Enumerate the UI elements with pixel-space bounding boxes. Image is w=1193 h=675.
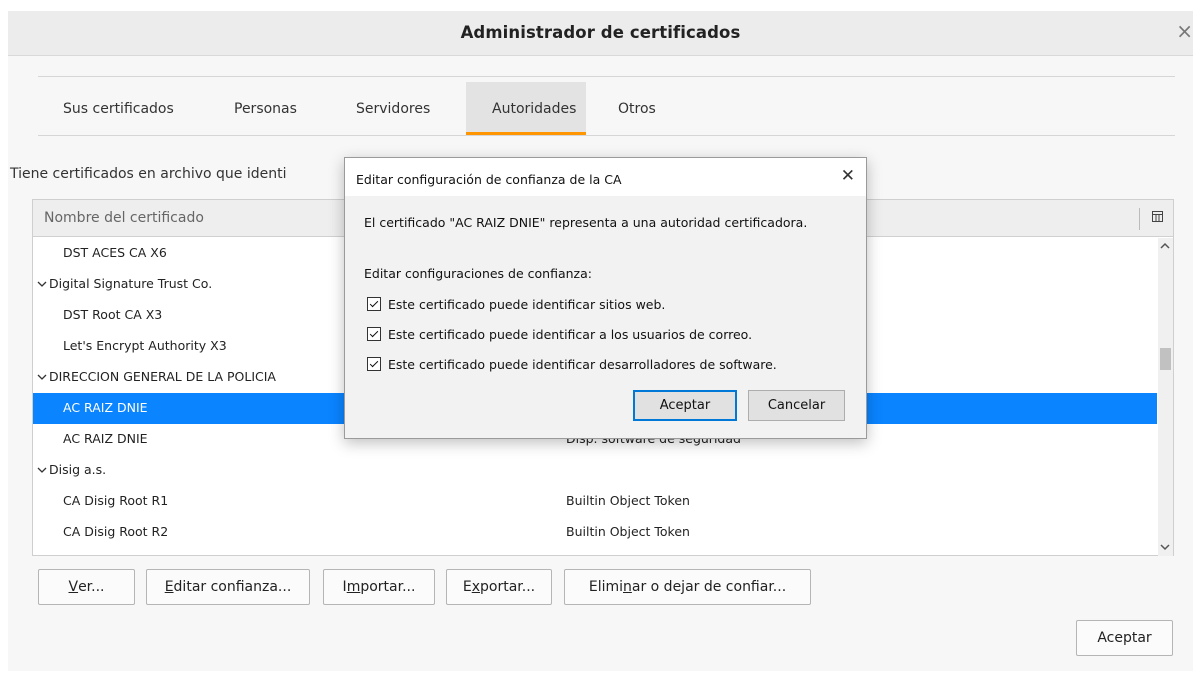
chevron-down-icon[interactable] (37, 462, 49, 477)
divider-top (38, 76, 1175, 77)
certificate-name: CA Disig Root R1 (63, 493, 169, 508)
dialog-ok-button[interactable]: Aceptar (633, 390, 737, 421)
certificate-name: AC RAIZ DNIE (63, 431, 148, 446)
checkbox-checked-icon[interactable] (367, 297, 381, 311)
tab-servidores[interactable]: Servidores (356, 101, 430, 117)
security-device-cell: Builtin Object Token (566, 493, 690, 508)
certificate-name: DIRECCION GENERAL DE LA POLICIA (49, 369, 276, 384)
edit-trust-button[interactable]: Editar confianza... (146, 569, 310, 605)
certificate-name: Digital Signature Trust Co. (49, 276, 213, 291)
delete-button-label: ar o dejar de confiar... (631, 579, 787, 595)
scrollbar-thumb[interactable] (1160, 348, 1171, 370)
trust-websites-checkbox[interactable]: Este certificado puede identificar sitio… (367, 295, 665, 313)
column-picker-icon[interactable] (1152, 211, 1163, 225)
certificate-name: CA Disig Root R2 (63, 524, 169, 539)
certificate-name-cell: DST Root CA X3 (63, 307, 162, 322)
vertical-scrollbar[interactable] (1158, 238, 1173, 556)
edit-ca-trust-dialog: Editar configuración de confianza de la … (344, 157, 867, 439)
certificate-name-cell: AC RAIZ DNIE (63, 431, 148, 446)
delete-or-distrust-button[interactable]: Elimi n ar o dejar de confiar... (564, 569, 811, 605)
certificate-name: DST ACES CA X6 (63, 245, 167, 260)
window-titlebar: Administrador de certificados × (8, 11, 1193, 56)
edit-trust-mnemonic: E (164, 579, 174, 595)
certificate-name: Disig a.s. (49, 462, 107, 477)
trust-websites-label: Este certificado puede identificar sitio… (388, 296, 666, 312)
view-button-mnemonic: V (68, 579, 79, 595)
chevron-down-icon[interactable] (1160, 541, 1170, 554)
import-button-mnemonic: m (346, 579, 361, 595)
certificate-name-cell: DST ACES CA X6 (63, 245, 167, 260)
trust-email-label: Este certificado puede identificar a los… (388, 326, 753, 342)
chevron-up-icon[interactable] (1160, 240, 1170, 253)
chevron-down-icon[interactable] (37, 369, 49, 384)
certificate-name: Let's Encrypt Authority X3 (63, 338, 227, 353)
dialog-titlebar: Editar configuración de confianza de la … (345, 158, 866, 196)
trust-software-label: Este certificado puede identificar desar… (388, 356, 777, 372)
certificate-name: AC RAIZ DNIE (63, 400, 148, 415)
edit-trust-label: ditar confianza... (173, 579, 292, 595)
dialog-close-icon[interactable]: ✕ (841, 166, 855, 186)
view-button[interactable]: Ver... (38, 569, 135, 605)
table-row[interactable]: CA Disig Root R2 Builtin Object Token (33, 517, 1157, 548)
export-button-prefix: E (462, 579, 472, 595)
delete-button-mnemonic: n (623, 579, 632, 595)
chevron-down-icon[interactable] (37, 276, 49, 291)
dialog-cancel-button[interactable]: Cancelar (748, 390, 845, 421)
window-title: Administrador de certificados (460, 23, 741, 42)
certificate-name-cell: Let's Encrypt Authority X3 (63, 338, 227, 353)
tab-personas[interactable]: Personas (234, 101, 297, 117)
tab-autoridades[interactable]: Autoridades (492, 101, 576, 117)
certificate-name-cell: Disig a.s. (37, 462, 106, 477)
column-header-certificate-name[interactable]: Nombre del certificado (44, 210, 204, 226)
tree-group-row[interactable]: Disig a.s. (33, 455, 1157, 486)
checkbox-checked-icon[interactable] (367, 327, 381, 341)
export-button[interactable]: Ex portar... (446, 569, 552, 605)
accept-button[interactable]: Aceptar (1076, 620, 1173, 656)
column-separator (1139, 208, 1140, 230)
authorities-description: Tiene certificados en archivo que identi (10, 166, 287, 182)
certificate-name-cell: CA Disig Root R1 (63, 493, 168, 508)
divider-tabs (38, 135, 1175, 136)
certificate-name-cell: AC RAIZ DNIE (63, 400, 148, 415)
dialog-title: Editar configuración de confianza de la … (356, 172, 622, 187)
import-button-label: portar... (360, 579, 416, 595)
window-close-icon[interactable]: × (1176, 19, 1193, 43)
delete-button-prefix: Elimi (588, 579, 623, 595)
trust-email-checkbox[interactable]: Este certificado puede identificar a los… (367, 325, 752, 343)
table-row[interactable]: CA Disig Root R1 Builtin Object Token (33, 486, 1157, 517)
import-button[interactable]: Im portar... (323, 569, 435, 605)
dialog-description: El certificado "AC RAIZ DNIE" representa… (364, 215, 808, 230)
security-device-cell: Builtin Object Token (566, 524, 690, 539)
certificate-name-cell: DIRECCION GENERAL DE LA POLICIA (37, 369, 276, 384)
view-button-label: er... (78, 579, 105, 595)
trust-software-checkbox[interactable]: Este certificado puede identificar desar… (367, 355, 777, 373)
tab-sus-certificados[interactable]: Sus certificados (63, 101, 174, 117)
export-button-mnemonic: x (471, 579, 481, 595)
export-button-label: portar... (480, 579, 536, 595)
trust-settings-label: Editar configuraciones de confianza: (364, 266, 592, 281)
tab-otros[interactable]: Otros (618, 101, 656, 117)
checkbox-checked-icon[interactable] (367, 357, 381, 371)
certificate-name-cell: Digital Signature Trust Co. (37, 276, 212, 291)
certificate-name: DST Root CA X3 (63, 307, 163, 322)
certificate-name-cell: CA Disig Root R2 (63, 524, 168, 539)
